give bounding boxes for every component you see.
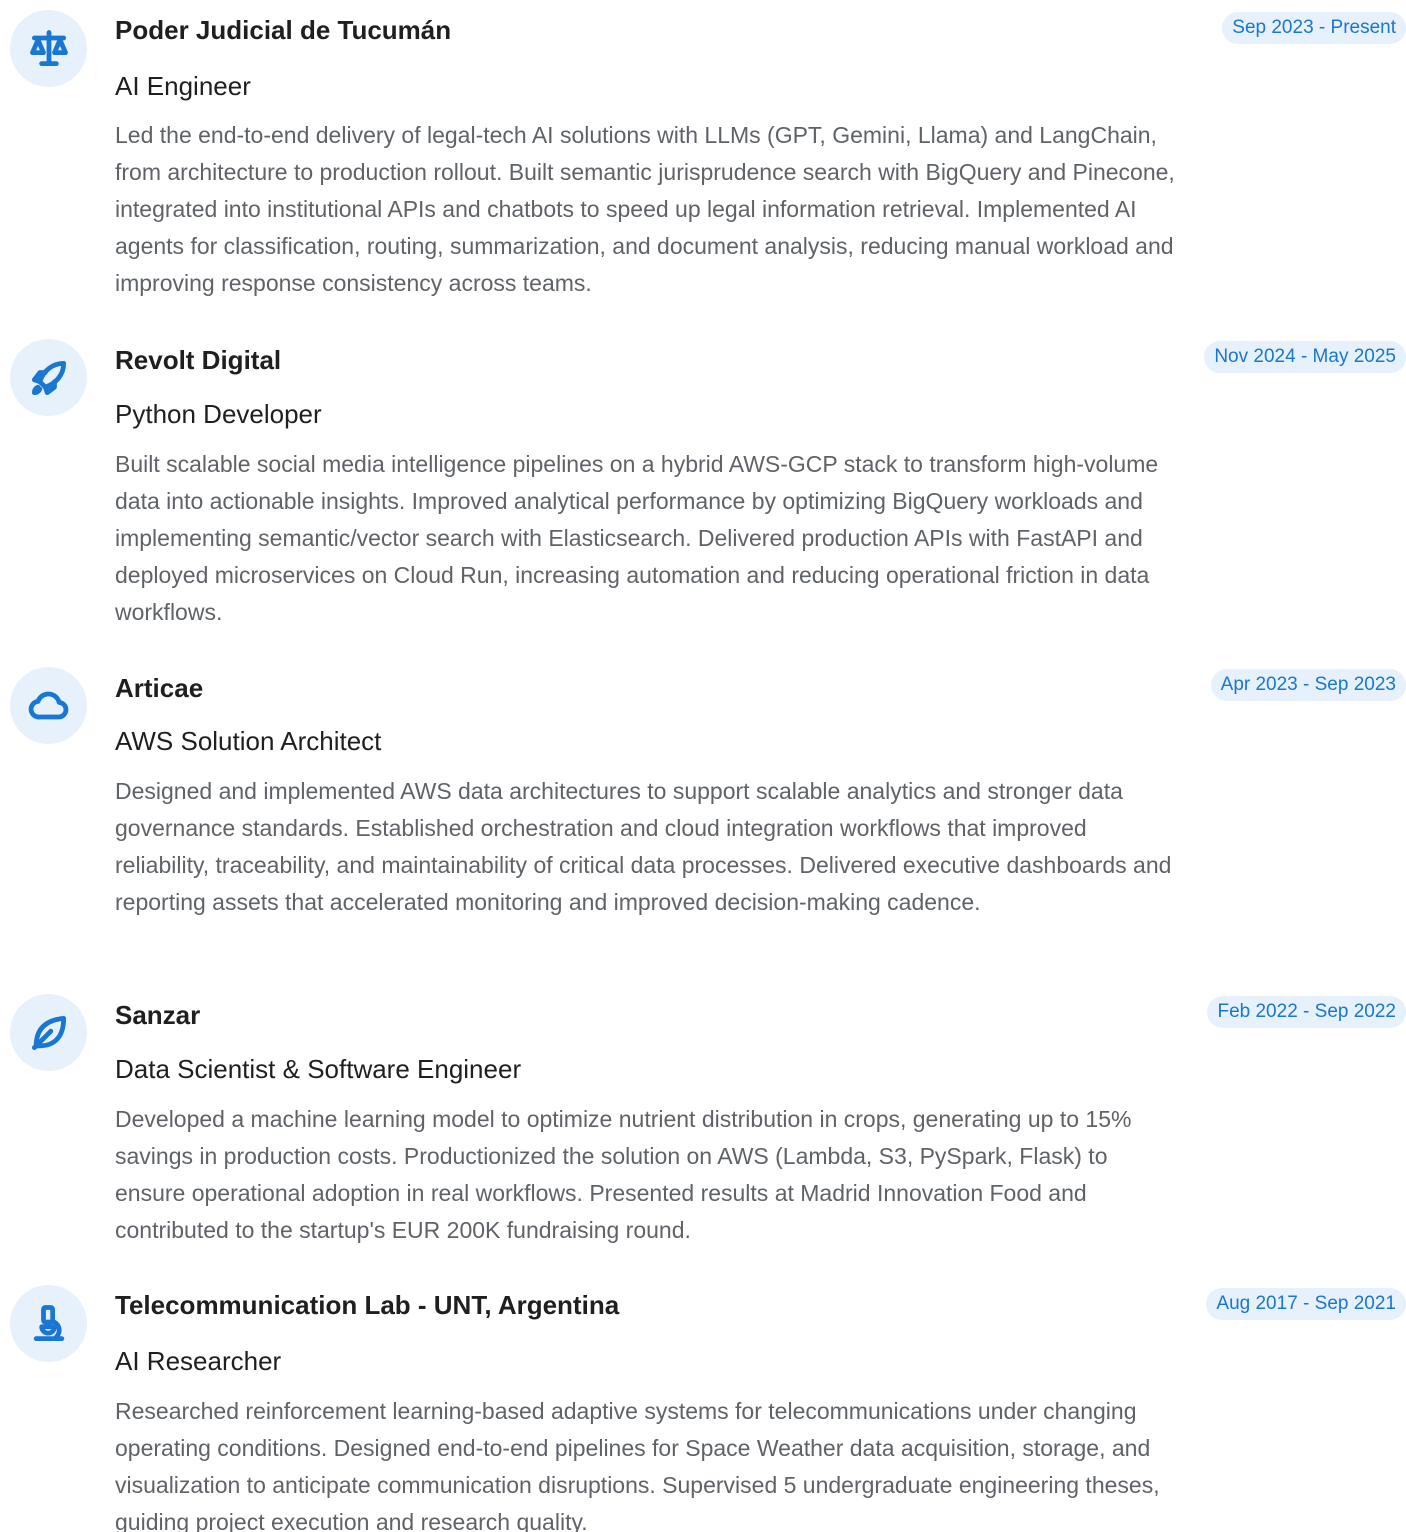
role-title: AWS Solution Architect	[115, 726, 382, 756]
role-description: Researched reinforcement learning-based …	[115, 1398, 1160, 1532]
role-description: Developed a machine learning model to op…	[115, 1106, 1132, 1243]
company-name: Revolt Digital	[115, 345, 282, 375]
role-description: Designed and implemented AWS data archit…	[115, 778, 1172, 915]
company-name: Sanzar	[115, 1000, 201, 1030]
company-name: Telecommunication Lab - UNT, Argentina	[115, 1290, 620, 1320]
scale-icon	[10, 10, 87, 87]
company-name: Poder Judicial de Tucumán	[115, 15, 452, 45]
role-title: Data Scientist & Software Engineer	[115, 1054, 522, 1084]
experience-timeline: Poder Judicial de Tucumán Sep 2023 - Pre…	[0, 0, 1406, 1532]
period-badge: Nov 2024 - May 2025	[1204, 341, 1406, 373]
role-description: Built scalable social media intelligence…	[115, 451, 1159, 625]
rocket-icon	[10, 339, 87, 416]
role-description: Led the end-to-end delivery of legal-tec…	[115, 122, 1175, 296]
period-badge: Feb 2022 - Sep 2022	[1207, 996, 1406, 1028]
role-title: AI Researcher	[115, 1346, 282, 1376]
period-badge: Apr 2023 - Sep 2023	[1210, 669, 1406, 701]
microscope-icon	[10, 1285, 87, 1362]
cloud-icon	[10, 667, 87, 744]
leaf-icon	[10, 994, 87, 1071]
period-badge: Sep 2023 - Present	[1222, 12, 1406, 44]
period-badge: Aug 2017 - Sep 2021	[1206, 1288, 1406, 1320]
role-title: AI Engineer	[115, 71, 251, 101]
role-title: Python Developer	[115, 399, 322, 429]
company-name: Articae	[115, 673, 204, 703]
